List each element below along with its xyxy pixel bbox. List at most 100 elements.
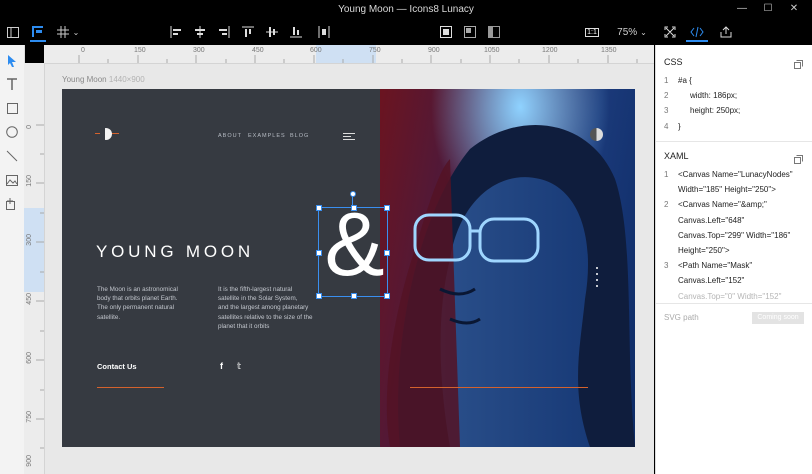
ellipse-tool-icon[interactable] — [4, 124, 20, 140]
resize-handle[interactable] — [351, 205, 357, 211]
fullscreen-icon[interactable] — [662, 24, 678, 40]
boolean-intersect-icon[interactable] — [486, 24, 502, 40]
distribute-icon[interactable] — [316, 24, 332, 40]
ruler-label: 1200 — [542, 47, 558, 54]
css-section-title: CSS — [664, 57, 683, 67]
sidebar-toggle-icon[interactable] — [6, 24, 20, 40]
artboard-label[interactable]: Young Moon 1440×900 — [62, 75, 145, 84]
line-number: 1 — [664, 73, 678, 88]
ruler-label: 600 — [26, 352, 33, 364]
resize-handle[interactable] — [384, 250, 390, 256]
resize-handle[interactable] — [316, 250, 322, 256]
contact-link[interactable]: Contact Us — [97, 362, 137, 371]
zoom-dropdown[interactable]: 75% ⌄ — [614, 24, 650, 40]
xaml-code: 1<Canvas Name="LunacyNodes" Width="185" … — [664, 167, 793, 304]
text-line: and the largest among planetary — [218, 303, 313, 312]
code-panel: CSS 1#a { 2width: 186px; 3height: 250px;… — [655, 45, 812, 474]
zoom-value: 75% — [617, 27, 637, 38]
hamburger-menu-icon[interactable] — [343, 133, 355, 141]
accent-line — [97, 387, 164, 388]
nav-item-examples[interactable]: EXAMPLES — [248, 133, 286, 139]
ruler-label: 1350 — [601, 47, 617, 54]
text-line: It is the fifth-largest natural — [218, 285, 313, 294]
chevron-down-icon: ⌄ — [73, 28, 80, 37]
resize-handle[interactable] — [384, 293, 390, 299]
code-line: <Path Name="Mask" — [678, 261, 752, 270]
text-line: The only permanent natural — [97, 303, 178, 312]
align-top-icon[interactable] — [240, 24, 256, 40]
line-number: 4 — [664, 119, 678, 134]
text-line: satellites relative to the size of the — [218, 313, 313, 322]
minimize-button[interactable]: — — [732, 3, 752, 14]
ruler-label: 0 — [26, 125, 33, 129]
moon-logo-icon — [590, 128, 603, 141]
text-line: satellite. — [97, 313, 178, 322]
align-bottom-icon[interactable] — [288, 24, 304, 40]
boolean-union-icon[interactable] — [438, 24, 454, 40]
code-line: Height="250"> — [678, 246, 730, 255]
align-center-icon[interactable] — [192, 24, 208, 40]
ruler-label: 900 — [428, 47, 440, 54]
ruler-label: 150 — [26, 175, 33, 187]
rotate-handle[interactable] — [350, 191, 356, 197]
portrait-photo — [380, 89, 635, 447]
code-line: height: 250px; — [678, 106, 740, 115]
window-title: Young Moon — Icons8 Lunacy — [0, 4, 812, 15]
line-number: 3 — [664, 258, 678, 273]
ruler-label: 450 — [252, 47, 264, 54]
text-tool-icon[interactable] — [4, 76, 20, 92]
artboard[interactable]: ABOUT EXAMPLES BLOG YOUNG MOON The Moon … — [62, 89, 635, 447]
copy-icon[interactable] — [794, 151, 803, 169]
code-view-icon[interactable] — [686, 24, 708, 42]
grid-icon — [57, 26, 69, 38]
description-column-2: It is the fifth-largest natural satellit… — [218, 285, 313, 331]
text-line: planet that it orbits — [218, 322, 313, 331]
code-line: Canvas.Top="299" Width="186" — [678, 231, 790, 240]
resize-handle[interactable] — [316, 205, 322, 211]
selection-box[interactable] — [318, 207, 388, 297]
align-middle-icon[interactable] — [264, 24, 280, 40]
headline: YOUNG MOON — [96, 242, 254, 262]
ruler-label: 0 — [81, 47, 85, 54]
select-tool-icon[interactable] — [4, 53, 20, 69]
image-tool-icon[interactable] — [4, 172, 20, 188]
ruler-label: 300 — [193, 47, 205, 54]
twitter-icon[interactable]: 𝕥 — [237, 361, 241, 372]
ruler-label: 450 — [26, 293, 33, 305]
text-line: satellite in the Solar System, — [218, 294, 313, 303]
copy-icon[interactable] — [794, 56, 803, 74]
resize-handle[interactable] — [316, 293, 322, 299]
actual-size-button[interactable]: 1:1 — [584, 24, 600, 40]
close-button[interactable]: ✕ — [784, 3, 804, 14]
grid-dropdown[interactable]: ⌄ — [54, 24, 82, 40]
maximize-button[interactable]: ☐ — [758, 3, 778, 14]
component-tool-icon[interactable] — [4, 196, 20, 212]
coming-soon-button[interactable]: Coming soon — [752, 312, 804, 324]
facebook-icon[interactable]: f — [220, 361, 223, 371]
resize-handle[interactable] — [351, 293, 357, 299]
align-left-icon[interactable] — [168, 24, 184, 40]
resize-handle[interactable] — [384, 205, 390, 211]
rectangle-tool-icon[interactable] — [4, 100, 20, 116]
line-number: 1 — [664, 167, 678, 182]
ruler-label: 1050 — [484, 47, 500, 54]
vertical-ruler: 0 150 300 450 600 750 900 — [24, 63, 45, 474]
chevron-down-icon: ⌄ — [640, 28, 647, 37]
nav-item-blog[interactable]: BLOG — [290, 133, 309, 139]
code-line: } — [678, 122, 681, 131]
boolean-subtract-icon[interactable] — [462, 24, 478, 40]
title-bar: Young Moon — Icons8 Lunacy — ☐ ✕ — [0, 0, 812, 20]
code-line: Canvas.Left="152" — [678, 276, 744, 285]
text-line: The Moon is an astronomical — [97, 285, 178, 294]
artboard-size: 1440×900 — [109, 75, 145, 84]
nav-item-about[interactable]: ABOUT — [218, 133, 242, 139]
export-icon[interactable] — [718, 24, 734, 40]
code-line: Width="185" Height="250"> — [678, 185, 776, 194]
align-right-icon[interactable] — [216, 24, 232, 40]
toolbar: ⌄ 1:1 75% ⌄ — [0, 20, 812, 44]
line-number: 2 — [664, 197, 678, 212]
text-line: body that orbits planet Earth. — [97, 294, 178, 303]
horizontal-ruler: 0 150 300 450 600 750 900 1050 1200 1350 — [44, 45, 654, 64]
layout-icon[interactable] — [30, 24, 46, 42]
line-tool-icon[interactable] — [4, 148, 20, 164]
